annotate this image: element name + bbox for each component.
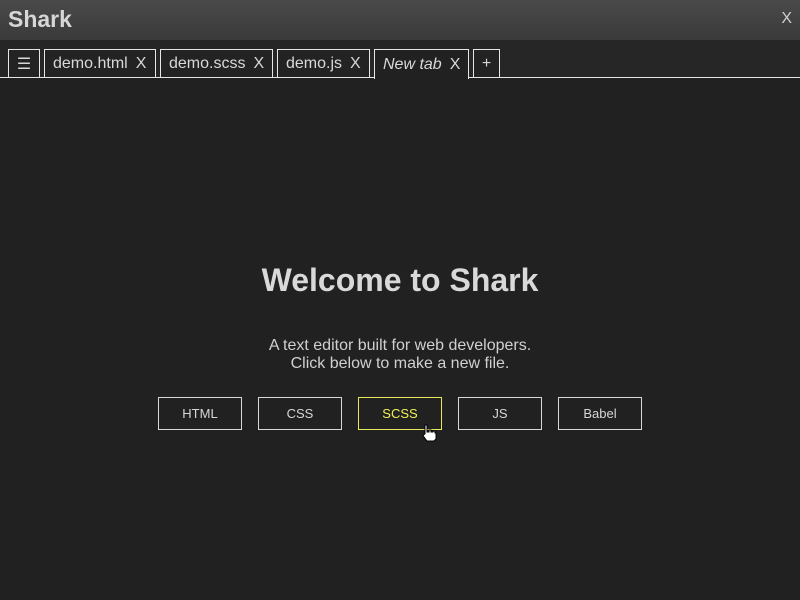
tagline-line-1: A text editor built for web developers. <box>268 337 532 354</box>
hand-pointer-icon <box>422 424 437 442</box>
menu-button[interactable]: ☰ <box>8 49 40 77</box>
tab-demo-html[interactable]: demo.html X <box>44 49 156 77</box>
welcome-tagline: A text editor built for web developers. … <box>0 337 800 373</box>
tab-bar: ☰ demo.html X demo.scss X demo.js X New … <box>0 40 800 79</box>
tagline-line-2: Click below to make a new file. <box>290 355 510 372</box>
close-window-button[interactable]: X <box>781 10 792 28</box>
new-babel-file-button[interactable]: Babel <box>558 397 642 430</box>
tab-label: demo.html <box>53 54 128 72</box>
tab-new-tab[interactable]: New tab X <box>374 49 469 79</box>
tab-demo-js[interactable]: demo.js X <box>277 49 370 77</box>
plus-icon: + <box>481 54 492 72</box>
app-title: Shark <box>8 6 72 32</box>
new-js-file-button[interactable]: JS <box>458 397 542 430</box>
hamburger-menu-icon: ☰ <box>16 55 32 73</box>
tab-close-button[interactable]: X <box>350 55 361 73</box>
tab-demo-scss[interactable]: demo.scss X <box>160 49 273 77</box>
tab-close-button[interactable]: X <box>136 55 147 73</box>
tab-label: demo.js <box>286 54 343 72</box>
tab-label: demo.scss <box>169 54 246 72</box>
tab-close-button[interactable]: X <box>253 55 264 73</box>
new-html-file-button[interactable]: HTML <box>158 397 242 430</box>
tab-close-button[interactable]: X <box>450 56 461 74</box>
tab-label: New tab <box>383 55 442 73</box>
add-tab-button[interactable]: + <box>473 49 500 77</box>
new-css-file-button[interactable]: CSS <box>258 397 342 430</box>
title-bar: Shark X <box>0 0 800 40</box>
welcome-title: Welcome to Shark <box>261 262 539 298</box>
